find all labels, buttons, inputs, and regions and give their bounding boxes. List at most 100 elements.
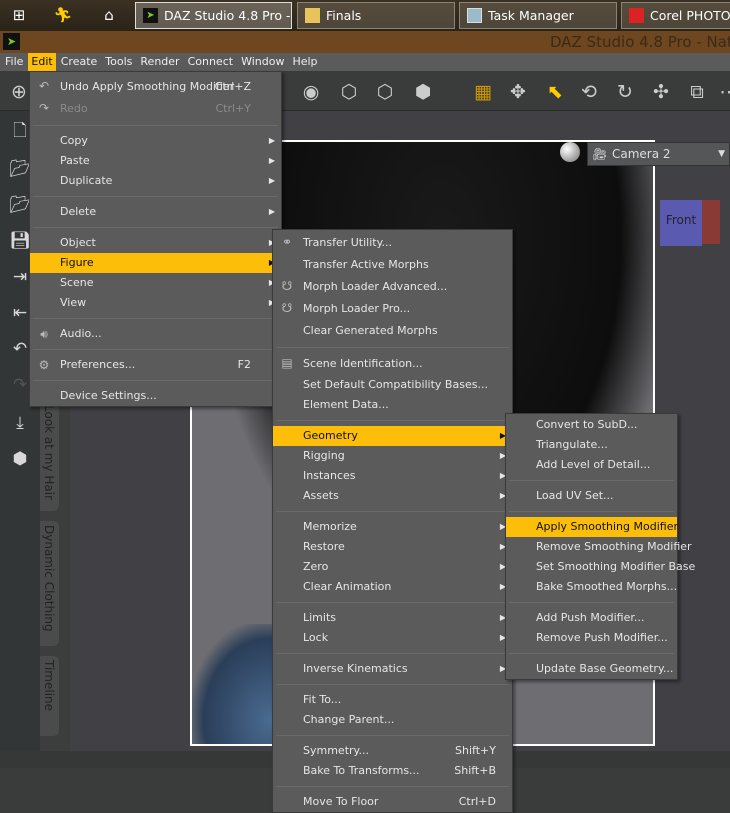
view-cube-right[interactable]	[702, 200, 720, 244]
tab-look-at-my-hair[interactable]: Look at my Hair	[40, 401, 59, 511]
menu-separator	[33, 380, 278, 381]
menu-item-scene-identification[interactable]: ▤ Scene Identification...	[273, 353, 512, 375]
menu-item-remove-push-modifier[interactable]: Remove Push Modifier...	[506, 628, 677, 648]
daz-logo-icon: ➤	[3, 33, 20, 50]
menu-item-load-uv-set[interactable]: Load UV Set...	[506, 486, 677, 506]
menu-item-add-push-modifier[interactable]: Add Push Modifier...	[506, 608, 677, 628]
menu-item-apply-smoothing-modifier[interactable]: Apply Smoothing Modifier	[506, 517, 678, 537]
menu-item-update-base-geometry[interactable]: Update Base Geometry...	[506, 659, 677, 679]
new-group-icon[interactable]: ⬡	[372, 79, 398, 105]
menu-item-label: Paste	[60, 154, 90, 167]
menu-tools[interactable]: Tools	[102, 53, 135, 71]
menu-item-label: Figure	[60, 256, 94, 269]
translate-icon[interactable]: ✣	[648, 79, 674, 105]
menu-item-instances[interactable]: Instances ▶	[273, 466, 512, 486]
menu-item-device-settings[interactable]: Device Settings...	[30, 386, 281, 406]
menu-item-remove-smoothing-modifier[interactable]: Remove Smoothing Modifier	[506, 537, 692, 557]
menu-item-change-parent[interactable]: Change Parent...	[273, 710, 512, 730]
menu-item-assets[interactable]: Assets ▶	[273, 486, 512, 506]
id-card-icon: ▤	[281, 356, 293, 370]
menu-separator	[509, 653, 674, 654]
menu-item-transfer-utility[interactable]: ⚭ Transfer Utility...	[273, 232, 512, 254]
camera-select[interactable]: 🎥︎ Camera 2 ▼	[587, 142, 730, 166]
orbit-icon[interactable]: ⟲	[576, 79, 602, 105]
more-tools-icon[interactable]: ⋯	[716, 79, 730, 105]
create-primitive-icon[interactable]: ◉	[298, 79, 324, 105]
menu-item-memorize[interactable]: Memorize ▶	[273, 517, 512, 537]
aux-viewport-icon[interactable]: ▦	[470, 79, 496, 105]
menu-item-inverse-kinematics[interactable]: Inverse Kinematics ▶	[273, 659, 512, 679]
menu-item-preferences[interactable]: ⚙ Preferences... F2	[30, 355, 281, 375]
menu-item-element-data[interactable]: Element Data...	[273, 395, 512, 415]
aim-runner-icon[interactable]: 🏃︎	[52, 5, 74, 25]
menu-separator	[33, 125, 278, 126]
menu-item-figure[interactable]: Figure▶	[30, 253, 281, 273]
scale-icon[interactable]: ⧉	[684, 79, 710, 105]
rotate-icon[interactable]: ↻	[612, 79, 638, 105]
menu-item-scene[interactable]: Scene▶	[30, 273, 281, 293]
menu-item-triangulate[interactable]: Triangulate...	[506, 435, 677, 455]
menu-create[interactable]: Create	[58, 53, 101, 71]
menu-item-rigging[interactable]: Rigging ▶	[273, 446, 512, 466]
menu-item-symmetry[interactable]: Symmetry... Shift+Y	[273, 741, 512, 761]
menu-item-bake-smoothed-morphs[interactable]: Bake Smoothed Morphs...	[506, 577, 677, 597]
menu-item-morph-loader-pro[interactable]: ☋ Morph Loader Pro...	[273, 298, 512, 320]
new-camera-icon[interactable]: ⬢	[410, 79, 436, 105]
menu-item-restore[interactable]: Restore ▶	[273, 537, 512, 557]
taskbar-task-finals[interactable]: Finals	[297, 2, 455, 29]
menu-item-copy[interactable]: Copy ▶	[30, 131, 281, 151]
taskbar-task-corel[interactable]: Corel PHOTO-PAINT	[621, 2, 730, 29]
taskbar-task-task-manager[interactable]: Task Manager	[459, 2, 617, 29]
menu-item-clear-animation[interactable]: Clear Animation ▶	[273, 577, 512, 597]
menu-file[interactable]: File	[0, 53, 26, 71]
view-cube-front[interactable]: Front	[660, 200, 702, 246]
draw-style-icon[interactable]	[560, 142, 580, 162]
tab-timeline[interactable]: Timeline	[40, 656, 59, 736]
menu-item-move-to-floor[interactable]: Move To Floor Ctrl+D	[273, 792, 512, 812]
menu-item-bake-to-transforms[interactable]: Bake To Transforms... Shift+B	[273, 761, 512, 781]
submenu-arrow-icon: ▶	[268, 136, 275, 145]
menu-item-transfer-active-morphs[interactable]: Transfer Active Morphs	[273, 254, 512, 276]
menu-separator	[509, 511, 674, 512]
menu-item-undo-apply-smoothing-modifier[interactable]: ↶ Undo Apply Smoothing Modifier Ctrl+Z	[30, 76, 281, 98]
menu-render[interactable]: Render	[137, 53, 182, 71]
menu-item-lock[interactable]: Lock ▶	[273, 628, 512, 648]
task-label: Corel PHOTO-PAINT	[650, 8, 730, 23]
menu-help[interactable]: Help	[289, 53, 320, 71]
menu-item-set-smoothing-modifier-base[interactable]: Set Smoothing Modifier Base	[506, 557, 695, 577]
menu-item-limits[interactable]: Limits ▶	[273, 608, 512, 628]
tab-dynamic-clothing[interactable]: Dynamic Clothing	[40, 521, 59, 646]
menu-window[interactable]: Window	[238, 53, 287, 71]
menu-item-fit-to[interactable]: Fit To...	[273, 690, 512, 710]
submenu-arrow-icon: ▶	[268, 156, 275, 165]
menu-edit[interactable]: Edit	[28, 53, 56, 71]
menu-item-geometry[interactable]: Geometry ▶	[273, 426, 512, 446]
node-select-icon[interactable]: ⬉	[542, 79, 568, 105]
load-figure-icon[interactable]: ⬢	[8, 447, 32, 471]
menu-item-object[interactable]: Object▶	[30, 233, 281, 253]
menu-item-label: Scene Identification...	[303, 357, 423, 370]
menu-item-label: Bake To Transforms...	[303, 764, 420, 777]
menu-item-delete[interactable]: Delete ▶	[30, 202, 281, 222]
menu-item-audio[interactable]: 🔊︎ Audio...	[30, 324, 281, 344]
taskbar-task-daz[interactable]: ➤ DAZ Studio 4.8 Pro - ...	[135, 2, 292, 29]
window-title: DAZ Studio 4.8 Pro - Nataa	[550, 33, 730, 51]
menu-item-morph-loader-advanced[interactable]: ☋ Morph Loader Advanced...	[273, 276, 512, 298]
menu-item-redo[interactable]: ↷ Redo Ctrl+Y	[30, 98, 281, 120]
universal-tool-icon[interactable]: ✥	[505, 79, 531, 105]
menu-item-duplicate[interactable]: Duplicate ▶	[30, 171, 281, 191]
shortcut-label: Shift+B	[454, 764, 496, 777]
menu-item-clear-generated-morphs[interactable]: Clear Generated Morphs	[273, 320, 512, 342]
home-icon[interactable]: ⌂	[98, 5, 120, 25]
view-cube[interactable]: Front	[658, 198, 720, 250]
new-node-icon[interactable]: ⬡	[336, 79, 362, 105]
menu-item-convert-to-subd[interactable]: Convert to SubD...	[506, 415, 677, 435]
menu-connect[interactable]: Connect	[185, 53, 236, 71]
menu-item-zero[interactable]: Zero ▶	[273, 557, 512, 577]
drop-to-floor-icon[interactable]: ⤓	[8, 411, 32, 435]
menu-item-set-default-compatibility-bases[interactable]: Set Default Compatibility Bases...	[273, 375, 512, 395]
menu-item-view[interactable]: View▶	[30, 293, 281, 313]
menu-item-paste[interactable]: Paste ▶	[30, 151, 281, 171]
menu-item-add-level-of-detail[interactable]: Add Level of Detail...	[506, 455, 677, 475]
windows-start-icon[interactable]: ⊞	[8, 5, 30, 25]
